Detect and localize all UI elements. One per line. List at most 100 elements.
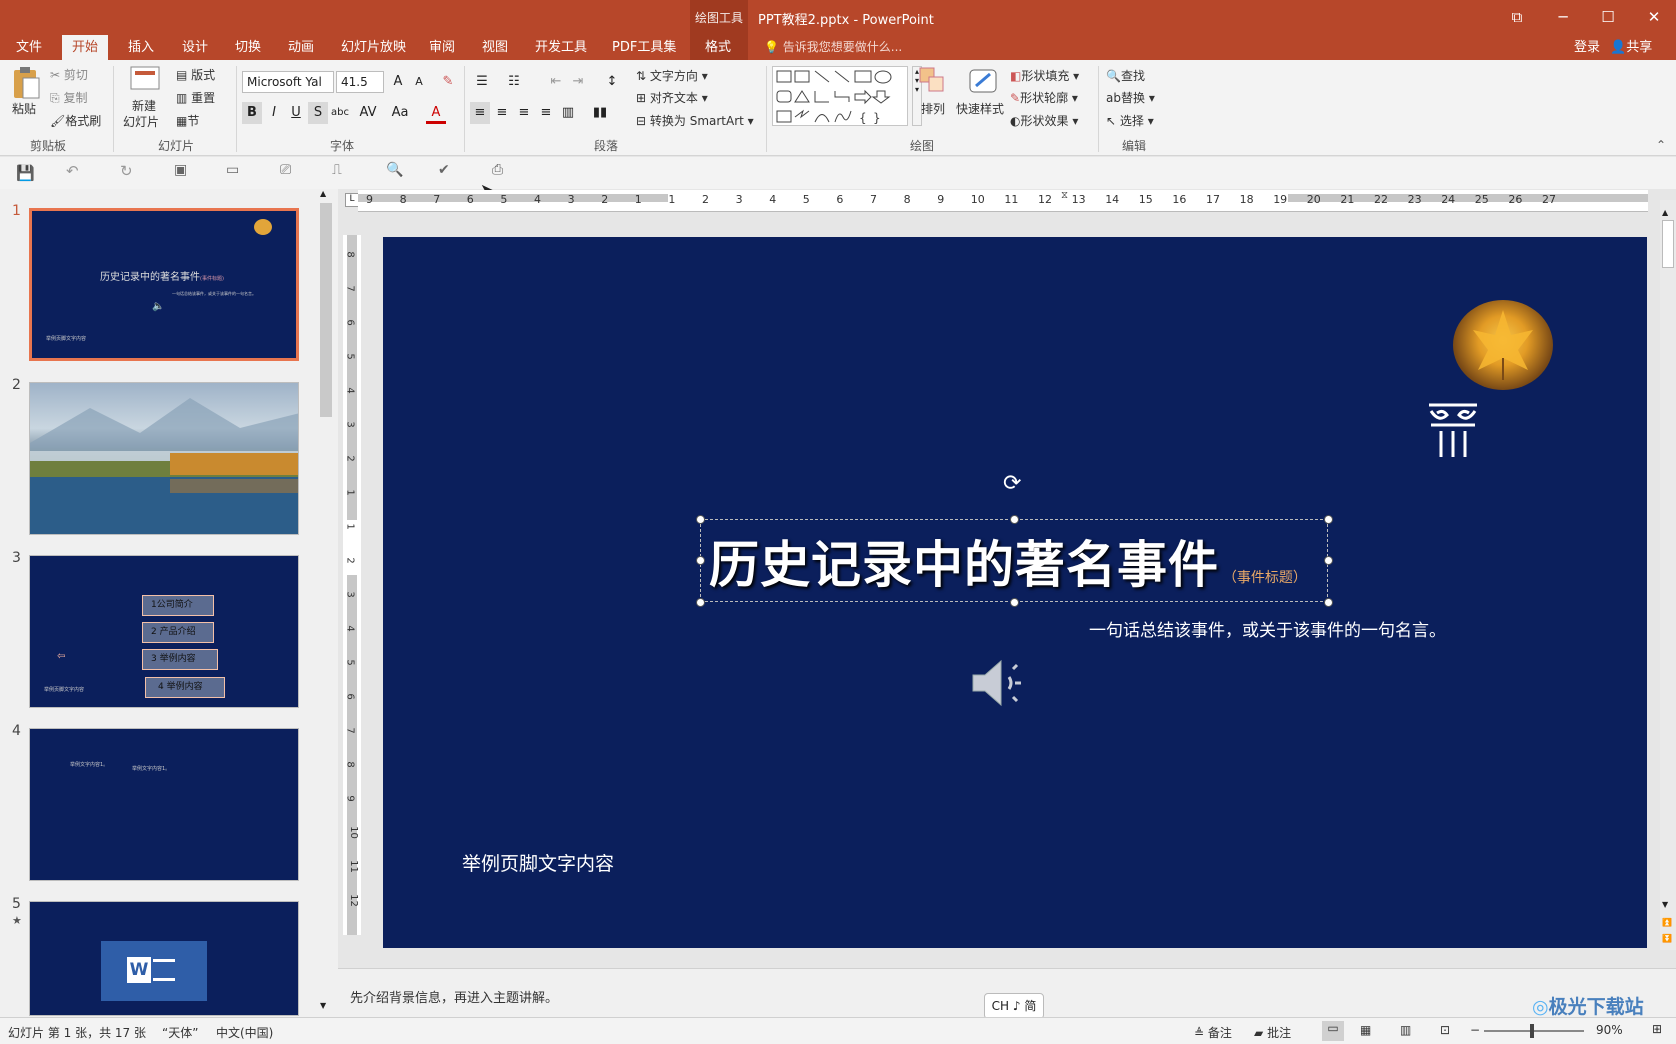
- layout-button[interactable]: ▤ 版式: [176, 66, 215, 83]
- find-button[interactable]: 🔍查找: [1106, 67, 1145, 84]
- decrease-font-icon[interactable]: A: [409, 71, 429, 93]
- arrange-button[interactable]: 排列: [921, 100, 945, 117]
- underline-icon[interactable]: U: [286, 102, 306, 124]
- tab-format[interactable]: 格式: [695, 35, 741, 60]
- italic-icon[interactable]: I: [264, 102, 284, 124]
- distributed-icon[interactable]: ▥: [558, 102, 578, 124]
- slide-thumbnail-1[interactable]: 历史记录中的著名事件(事件标题) 一句话总结该事件，或关于该事件的一句名言。 🔈…: [29, 208, 299, 361]
- zoom-slider-thumb[interactable]: [1530, 1024, 1534, 1038]
- close-icon[interactable]: ✕: [1637, 4, 1671, 30]
- tab-stop-selector[interactable]: L: [345, 193, 359, 207]
- new-slide-dropdown[interactable]: 幻灯片: [123, 113, 159, 130]
- tell-me-search[interactable]: 💡 告诉我您想要做什么...: [764, 35, 902, 60]
- slide-canvas[interactable]: ⟳ 历史记录中的著名事件 （事件标题） 一句话总结该事件，或关于该事件的一句名言…: [383, 237, 1647, 948]
- vertical-ruler[interactable]: 8 7 6 5 4 3 2 1 1 2 3 4 5 6 7 8 9 10 11 12: [343, 235, 361, 935]
- undo-icon[interactable]: ↶: [66, 162, 79, 180]
- align-text-button[interactable]: ⊞ 对齐文本 ▾: [636, 89, 708, 106]
- char-spacing-icon[interactable]: AV: [354, 102, 382, 124]
- change-case-icon[interactable]: Aa: [386, 102, 414, 124]
- ribbon-display-options-icon[interactable]: ⧉: [1500, 4, 1534, 30]
- tab-transitions[interactable]: 切换: [225, 35, 271, 60]
- font-size-box[interactable]: 41.5: [336, 71, 384, 93]
- new-slide-button[interactable]: 新建: [132, 97, 156, 114]
- sign-in-link[interactable]: 登录: [1574, 36, 1600, 55]
- slide-icon[interactable]: ▣: [174, 162, 187, 178]
- resize-handle[interactable]: [1324, 556, 1333, 565]
- minimize-icon[interactable]: ─: [1546, 4, 1580, 30]
- format-painter-button[interactable]: 🖌格式刷: [50, 112, 101, 129]
- numbering-icon[interactable]: ☷: [504, 71, 524, 93]
- comments-toggle-button[interactable]: ▰ 批注: [1254, 1024, 1291, 1041]
- check-icon[interactable]: ✔: [438, 162, 450, 178]
- strikethrough-icon[interactable]: abc: [330, 102, 350, 124]
- resize-handle[interactable]: [696, 515, 705, 524]
- horizontal-ruler[interactable]: 9 8 7 6 5 4 3 2 1 1 2 3 4 5 6 7 8 9 10 11 12 13 14 15 16 17 18 19 20…: [358, 190, 1648, 212]
- reading-view-icon[interactable]: ▥: [1400, 1023, 1411, 1037]
- scroll-thumb[interactable]: [1662, 220, 1674, 268]
- align-right-icon[interactable]: ≡: [514, 102, 534, 124]
- tab-animations[interactable]: 动画: [278, 35, 324, 60]
- tab-view[interactable]: 视图: [472, 35, 518, 60]
- slide-thumbnail-4[interactable]: 举例文字内容1。 举例文字内容1。: [29, 728, 299, 881]
- save-icon[interactable]: 💾: [16, 164, 35, 182]
- slide-scrollbar[interactable]: ▲ ▼ ⏫ ⏬: [1660, 200, 1676, 950]
- zoom-out-icon[interactable]: −: [1470, 1023, 1480, 1037]
- shadow-icon[interactable]: S: [308, 102, 328, 124]
- shape-fill-button[interactable]: ◧形状填充 ▾: [1010, 67, 1079, 84]
- scroll-down-icon[interactable]: ▼: [320, 1001, 326, 1010]
- scroll-thumb[interactable]: [320, 203, 332, 417]
- notes-text[interactable]: 先介绍背景信息，再进入主题讲解。: [350, 987, 558, 1006]
- slide-thumbnail-2[interactable]: [29, 382, 299, 535]
- zoom-slider[interactable]: [1484, 1030, 1584, 1032]
- resize-handle[interactable]: [1324, 598, 1333, 607]
- scroll-up-icon[interactable]: ▲: [1662, 208, 1668, 217]
- copy-button[interactable]: ⎘ 复制: [50, 89, 87, 106]
- quick-styles-button[interactable]: 快速样式: [956, 100, 1004, 117]
- slide-footer[interactable]: 举例页脚文字内容: [462, 849, 614, 876]
- shape-effects-button[interactable]: ◐形状效果 ▾: [1010, 112, 1078, 129]
- print-preview-icon[interactable]: 🔍: [386, 162, 403, 178]
- next-slide-icon[interactable]: ⏬: [1662, 934, 1672, 943]
- normal-view-icon[interactable]: ▭: [1322, 1021, 1344, 1041]
- paste-button[interactable]: 粘贴: [12, 100, 36, 117]
- zoom-level[interactable]: 90%: [1596, 1023, 1623, 1037]
- textbox-icon[interactable]: ▭: [226, 162, 239, 178]
- resize-handle[interactable]: [696, 556, 705, 565]
- thumbnail-scrollbar[interactable]: ▲ ▼: [318, 189, 334, 1017]
- presentation-icon[interactable]: ⎚: [280, 162, 291, 178]
- paste-icon[interactable]: [10, 66, 42, 102]
- share-button[interactable]: 👤共享: [1610, 36, 1652, 55]
- shape-outline-button[interactable]: ✎形状轮廓 ▾: [1010, 89, 1078, 106]
- resize-handle[interactable]: [696, 598, 705, 607]
- notes-toggle-button[interactable]: ≜ 备注: [1194, 1024, 1232, 1041]
- present-from-start-icon[interactable]: ⎍: [332, 162, 342, 178]
- redo-icon[interactable]: ↻: [120, 162, 133, 180]
- justify-icon[interactable]: ≡: [536, 102, 556, 124]
- tab-design[interactable]: 设计: [172, 35, 218, 60]
- tab-slideshow[interactable]: 幻灯片放映: [331, 35, 416, 60]
- new-slide-icon[interactable]: [128, 64, 162, 94]
- text-direction-button[interactable]: ⇅ 文字方向 ▾: [636, 67, 708, 84]
- indent-marker-icon[interactable]: ⧖: [1061, 190, 1068, 201]
- increase-font-icon[interactable]: A: [388, 71, 408, 93]
- tab-developer[interactable]: 开发工具: [525, 35, 597, 60]
- tab-home[interactable]: 开始: [62, 35, 109, 60]
- slide-thumbnail-3[interactable]: 1公司简介 2 产品介绍 3 举例内容 4 举例内容 ⇦ 举例页脚文字内容: [29, 555, 299, 708]
- quick-styles-icon[interactable]: [968, 66, 998, 96]
- scroll-up-icon[interactable]: ▲: [320, 189, 326, 198]
- replace-button[interactable]: ab替换 ▾: [1106, 89, 1155, 106]
- section-button[interactable]: ▦节: [176, 112, 199, 129]
- decrease-indent-icon[interactable]: ⇤: [546, 71, 566, 93]
- font-color-icon[interactable]: A: [426, 102, 446, 124]
- rotate-handle-icon[interactable]: ⟳: [1003, 471, 1021, 496]
- slideshow-view-icon[interactable]: ⊡: [1440, 1023, 1450, 1037]
- ionic-column-icon[interactable]: [1423, 401, 1483, 461]
- slide-subtitle[interactable]: 一句话总结该事件，或关于该事件的一句名言。: [1089, 616, 1446, 641]
- tab-file[interactable]: 文件: [6, 35, 52, 60]
- maximize-icon[interactable]: ☐: [1591, 4, 1625, 30]
- previous-slide-icon[interactable]: ⏫: [1662, 918, 1672, 927]
- font-name-box[interactable]: Microsoft Yal: [242, 71, 334, 93]
- increase-indent-icon[interactable]: ⇥: [568, 71, 588, 93]
- autumn-leaf-image[interactable]: [1453, 300, 1553, 390]
- bullets-icon[interactable]: ☰: [472, 71, 492, 93]
